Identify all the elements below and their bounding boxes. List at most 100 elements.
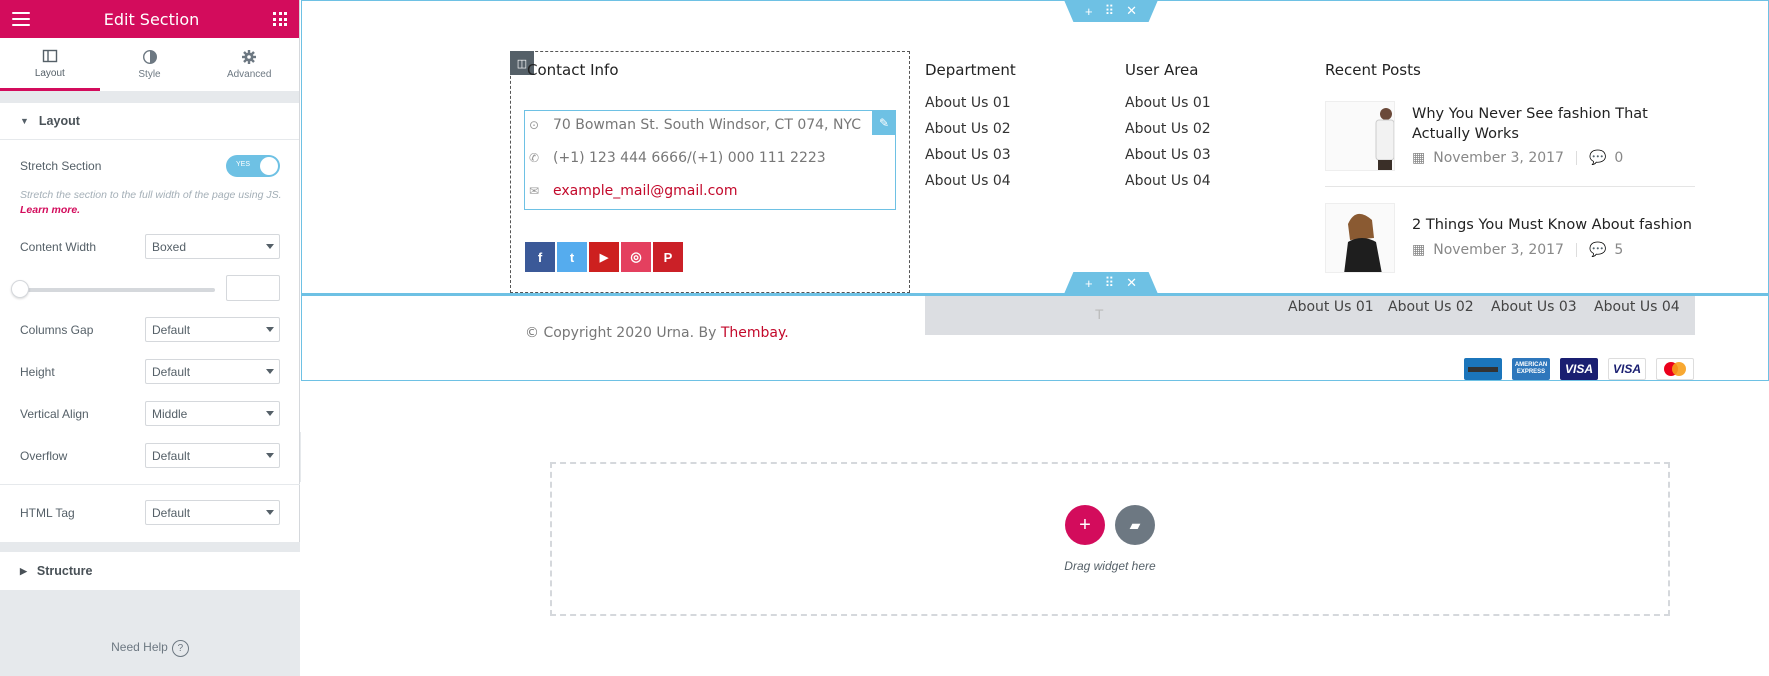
html-tag-label: HTML Tag	[20, 505, 75, 520]
caret-right-icon: ▶	[20, 565, 27, 576]
email-text: example_mail@gmail.com	[553, 183, 738, 199]
add-icon[interactable]: +	[1085, 276, 1093, 291]
fashion-woman-image	[1326, 204, 1394, 272]
width-number-input[interactable]	[226, 275, 280, 301]
stretch-help-copy: Stretch the section to the full width of…	[20, 189, 282, 201]
content-width-label: Content Width	[20, 239, 97, 254]
tab-style-label: Style	[138, 69, 161, 80]
phone-icon: ✆	[528, 151, 540, 165]
department-link[interactable]: About Us 04	[925, 173, 1011, 189]
post-comment-count: 0	[1614, 150, 1624, 166]
bottom-menu-link[interactable]: About Us 03	[1491, 299, 1577, 315]
phone-text: (+1) 123 444 6666/(+1) 000 111 2223	[553, 150, 826, 166]
user-area-heading: User Area	[1125, 61, 1199, 79]
post-comment-count: 5	[1614, 242, 1624, 258]
drag-handle-icon[interactable]: ⠿	[1105, 3, 1115, 19]
control-separator	[0, 484, 300, 485]
vertical-align-select[interactable]: Middle	[145, 401, 280, 426]
columns-gap-value: Default	[152, 323, 191, 337]
close-icon[interactable]: ✕	[1126, 275, 1137, 291]
post-thumbnail[interactable]	[1325, 203, 1395, 273]
folder-icon: ▰	[1129, 516, 1141, 533]
mastercard-logo	[1664, 362, 1686, 376]
card-payment-icon	[1464, 358, 1502, 380]
height-label: Height	[20, 364, 55, 379]
gear-icon	[242, 50, 257, 64]
width-slider-track[interactable]	[20, 288, 215, 292]
youtube-icon[interactable]: ▶	[589, 242, 619, 272]
html-tag-control: HTML Tag Default	[0, 500, 300, 525]
widgets-grid-icon[interactable]	[273, 12, 287, 26]
post-thumbnail[interactable]	[1325, 101, 1395, 171]
tab-advanced[interactable]: Advanced	[199, 38, 299, 91]
need-help-link[interactable]: Need Help?	[0, 640, 300, 657]
columns-gap-select[interactable]: Default	[145, 317, 280, 342]
columns-gap-label: Columns Gap	[20, 322, 94, 337]
department-link[interactable]: About Us 03	[925, 147, 1011, 163]
width-slider-handle[interactable]	[11, 280, 29, 298]
structure-section-toggle[interactable]: ▶ Structure	[0, 552, 300, 590]
chevron-down-icon	[266, 510, 274, 515]
chevron-down-icon	[266, 244, 274, 249]
post-meta: ▦ November 3, 2017 💬 5	[1412, 242, 1623, 258]
department-link[interactable]: About Us 01	[925, 95, 1011, 111]
close-icon[interactable]: ✕	[1126, 3, 1137, 19]
layout-icon	[42, 49, 58, 62]
map-pin-icon: ⊙	[528, 118, 540, 132]
user-area-link[interactable]: About Us 02	[1125, 121, 1211, 137]
widget-drop-zone[interactable]	[550, 462, 1670, 616]
height-select[interactable]: Default	[145, 359, 280, 384]
add-template-button[interactable]: ▰	[1115, 505, 1155, 545]
post-meta: ▦ November 3, 2017 💬 0	[1412, 150, 1623, 166]
panel-header: Edit Section	[0, 0, 299, 38]
post-title-line: Actually Works	[1412, 126, 1519, 142]
add-icon[interactable]: +	[1085, 4, 1093, 19]
calendar-icon: ▦	[1412, 242, 1426, 258]
copyright-text: © Copyright 2020 Urna. By Thembay.	[525, 325, 789, 341]
vertical-align-value: Middle	[152, 407, 188, 421]
bottom-menu-link[interactable]: About Us 01	[1288, 299, 1374, 315]
tab-layout[interactable]: Layout	[0, 38, 100, 91]
chevron-down-icon	[266, 327, 274, 332]
meta-divider	[1575, 243, 1577, 257]
tab-style[interactable]: Style	[100, 38, 200, 91]
layout-section-toggle[interactable]: ▼ Layout	[0, 103, 299, 140]
contact-address: ⊙ 70 Bowman St. South Windsor, CT 074, NY…	[527, 117, 861, 133]
bottom-menu-link[interactable]: About Us 04	[1594, 299, 1680, 315]
post-title[interactable]: Why You Never See fashion That Actually …	[1412, 104, 1682, 144]
user-area-link[interactable]: About Us 01	[1125, 95, 1211, 111]
top-section-handle[interactable]: + ⠿ ✕	[1064, 0, 1158, 22]
facebook-icon[interactable]: f	[525, 242, 555, 272]
twitter-icon[interactable]: t	[557, 242, 587, 272]
overflow-select[interactable]: Default	[145, 443, 280, 468]
bottom-menu-link[interactable]: About Us 02	[1388, 299, 1474, 315]
bottom-section-handle[interactable]: + ⠿ ✕	[1064, 272, 1158, 294]
pinterest-icon[interactable]: P	[653, 242, 683, 272]
hamburger-menu-icon[interactable]	[12, 12, 30, 26]
address-text: 70 Bowman St. South Windsor, CT 074, NYC	[553, 117, 861, 133]
fashion-man-image	[1326, 102, 1394, 170]
question-icon: ?	[171, 640, 189, 657]
add-section-button[interactable]: +	[1065, 505, 1105, 545]
instagram-icon[interactable]: ◎	[621, 242, 651, 272]
layout-section-label: Layout	[38, 114, 80, 128]
comment-icon: 💬	[1588, 150, 1607, 166]
html-tag-select[interactable]: Default	[145, 500, 280, 525]
post-title[interactable]: 2 Things You Must Know About fashion	[1412, 215, 1702, 235]
overflow-label: Overflow	[20, 448, 68, 463]
style-icon	[142, 49, 157, 65]
content-width-select[interactable]: Boxed	[145, 234, 280, 259]
contact-email[interactable]: ✉ example_mail@gmail.com	[527, 183, 738, 199]
user-area-link[interactable]: About Us 04	[1125, 173, 1211, 189]
visa-payment-icon: VISA	[1560, 358, 1598, 380]
edit-pencil-icon[interactable]: ✎	[872, 111, 896, 135]
content-width-value: Boxed	[152, 240, 187, 254]
drag-handle-icon[interactable]: ⠿	[1105, 275, 1115, 291]
learn-more-link[interactable]: Learn more.	[20, 204, 80, 216]
copyright-link[interactable]: Thembay.	[721, 325, 789, 341]
stretch-section-toggle[interactable]: YES	[226, 155, 280, 177]
department-link[interactable]: About Us 02	[925, 121, 1011, 137]
contact-phone: ✆ (+1) 123 444 6666/(+1) 000 111 2223	[527, 150, 826, 166]
drop-zone-hint: Drag widget here	[1064, 559, 1156, 573]
user-area-link[interactable]: About Us 03	[1125, 147, 1211, 163]
